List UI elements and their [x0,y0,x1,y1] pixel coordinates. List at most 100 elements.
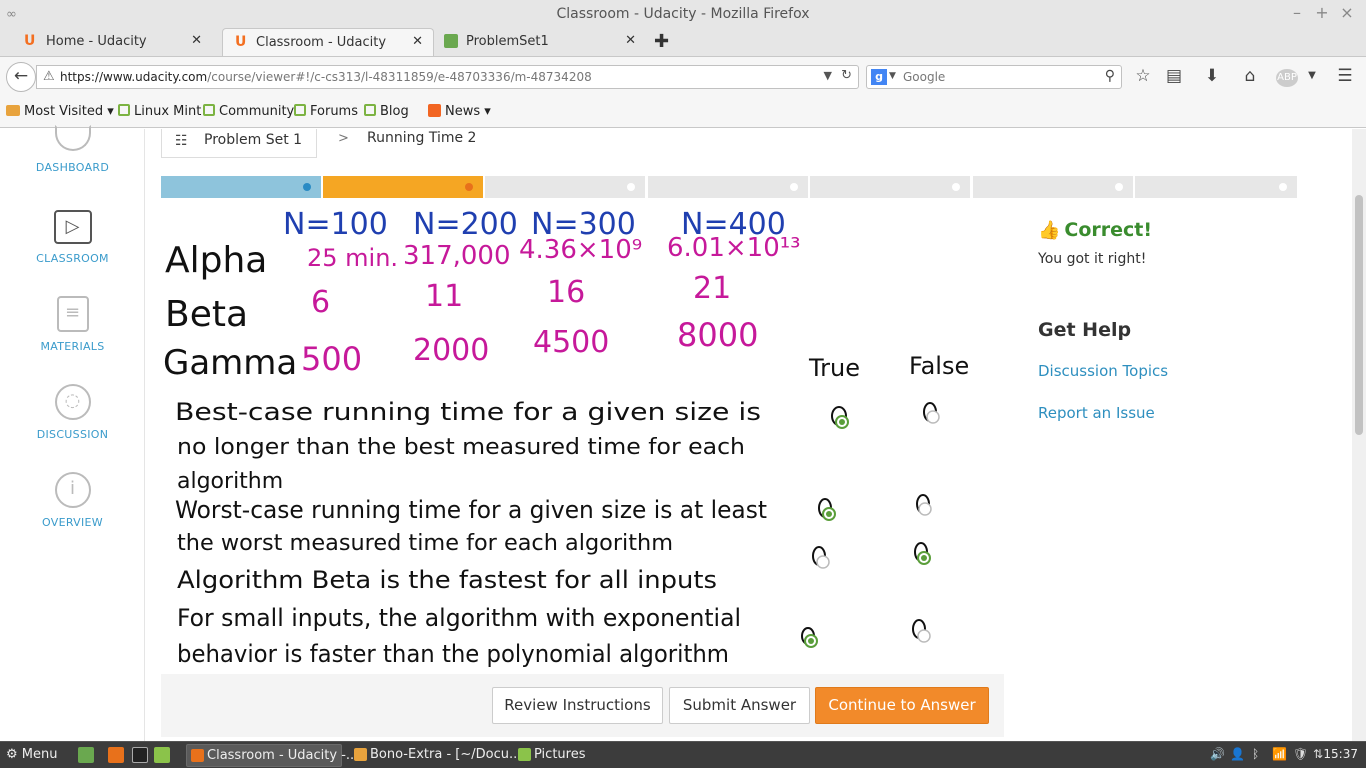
progress-segment[interactable] [973,176,1133,198]
google-icon[interactable]: g [871,69,887,85]
tab-problemset1[interactable]: ProblemSet1 ✕ [434,28,646,56]
progress-segment[interactable] [810,176,970,198]
bookmark-star-icon[interactable]: ☆ [1131,66,1155,86]
statement-2-true-radio[interactable] [818,498,836,521]
wifi-icon[interactable]: 📶 [1272,747,1287,761]
statement-3-true-radio[interactable] [812,546,830,569]
statement-3-false-radio[interactable] [914,542,931,565]
window-titlebar: ∞ Classroom - Udacity - Mozilla Firefox … [0,0,1366,28]
back-button[interactable]: ← [6,62,36,92]
progress-segment[interactable] [485,176,645,198]
taskbar-task[interactable]: Classroom - Udacity -... [186,744,358,767]
start-menu-button[interactable]: ⚙ Menu [6,747,58,762]
tab-label: Home - Udacity [46,34,147,49]
maximize-button[interactable]: + [1313,3,1331,22]
progress-dot [790,183,798,191]
reading-list-icon[interactable]: ▤ [1162,66,1186,86]
page-scrollbar[interactable] [1352,129,1366,741]
url-dropdown-icon[interactable]: ▼ [824,69,832,82]
close-window-button[interactable]: × [1338,3,1356,22]
rss-icon [428,104,441,117]
taskbar-task[interactable]: Bono-Extra - [~/Docu... [350,744,521,767]
firefox-icon[interactable] [108,747,124,763]
udacity-icon: U [24,33,36,49]
terminal-icon[interactable] [132,747,148,763]
progress-segment[interactable] [1135,176,1297,198]
list-icon: ☷ [175,133,188,149]
url-text: https://www.udacity.com/course/viewer#!/… [60,70,592,84]
mint-icon [203,104,215,116]
home-icon[interactable]: ⌂ [1238,66,1262,86]
hamburger-menu-icon[interactable]: ☰ [1333,66,1357,86]
sidebar-item-overview[interactable]: i OVERVIEW [0,472,145,529]
gamma-value: 500 [301,340,362,378]
progress-segment[interactable] [161,176,321,198]
reload-icon[interactable]: ↻ [841,68,852,83]
scrollbar-thumb[interactable] [1355,195,1363,435]
search-icon[interactable]: ⚲ [1105,68,1115,84]
bookmark-linux-mint[interactable]: Linux Mint [118,104,201,119]
progress-segment[interactable] [648,176,808,198]
close-tab-icon[interactable]: ✕ [191,33,202,48]
statement-2-false-radio[interactable] [916,494,932,516]
user-icon[interactable]: 👤 [1230,747,1245,761]
search-engine-dropdown-icon[interactable]: ▼ [889,71,896,81]
bookmark-news[interactable]: News ▾ [428,104,491,119]
network-icon[interactable]: ⇅ [1313,747,1323,761]
sidebar-item-materials[interactable]: ≡ MATERIALS [0,296,145,353]
window-title: Classroom - Udacity - Mozilla Firefox [556,6,810,22]
lesson-breadcrumb[interactable]: ☷ Problem Set 1 [161,129,317,158]
quiz-whiteboard: N=100 N=200 N=300 N=400 Alpha Beta Gamma… [161,198,1004,674]
progress-dot [465,183,473,191]
bookmark-most-visited[interactable]: Most Visited ▾ [6,104,114,119]
bookmark-blog[interactable]: Blog [364,104,409,119]
sidebar-item-classroom[interactable]: ▷ CLASSROOM [0,210,145,265]
discussion-topics-link[interactable]: Discussion Topics [1038,362,1168,380]
false-header: False [909,352,969,380]
warning-icon[interactable]: ⚠ [43,69,55,84]
submit-answer-button[interactable]: Submit Answer [669,687,810,724]
tab-home-udacity[interactable]: U Home - Udacity ✕ [0,28,212,56]
taskbar-task[interactable]: Pictures [514,744,634,767]
show-desktop-icon[interactable] [78,747,94,763]
statement-4-line-1: For small inputs, the algorithm with exp… [177,604,741,632]
new-tab-icon[interactable]: ✚ [654,31,669,52]
feedback-message: You got it right! [1038,251,1147,267]
play-icon: ▷ [53,210,92,244]
review-instructions-button[interactable]: Review Instructions [492,687,663,724]
course-sidebar: DASHBOARD ▷ CLASSROOM ≡ MATERIALS ◌ DISC… [0,125,145,741]
url-bar[interactable]: ⚠ https://www.udacity.com/course/viewer#… [36,65,859,89]
sidebar-item-dashboard[interactable]: DASHBOARD [0,125,145,174]
files-icon[interactable] [154,747,170,763]
bookmark-forums[interactable]: Forums [294,104,358,119]
statement-2-line-2: the worst measured time for each algorit… [177,531,673,556]
adblock-icon[interactable]: ABP [1276,69,1298,87]
continue-to-answer-button[interactable]: Continue to Answer [815,687,989,724]
statement-2-line-1: Worst-case running time for a given size… [175,496,767,524]
search-box[interactable]: g ▼ Google ⚲ [866,65,1122,89]
statement-4-true-radio[interactable] [801,627,818,648]
statement-1-false-radio[interactable] [923,402,940,424]
report-issue-link[interactable]: Report an Issue [1038,404,1155,422]
statement-4-false-radio[interactable] [912,619,931,643]
progress-segment[interactable] [323,176,483,198]
shield-icon[interactable]: 🛡 [1293,747,1308,761]
statement-1-true-radio[interactable] [831,406,849,429]
alpha-value: 6.01×10¹³ [667,233,801,263]
bookmark-community[interactable]: Community [203,104,294,119]
download-icon[interactable]: ⬇ [1200,66,1224,86]
sidebar-item-discussion[interactable]: ◌ DISCUSSION [0,384,145,441]
adblock-dropdown-icon[interactable]: ▼ [1300,70,1324,81]
gear-icon: ⚙ [6,747,18,762]
close-tab-icon[interactable]: ✕ [412,34,423,49]
statement-1-line-2: no longer than the best measured time fo… [177,435,745,460]
bluetooth-icon[interactable]: ᛒ [1252,747,1259,761]
beta-value: 21 [693,271,731,306]
tab-label: Classroom - Udacity [256,35,387,50]
alpha-value: 25 min. [307,244,398,272]
close-tab-icon[interactable]: ✕ [625,33,636,48]
tab-classroom-udacity[interactable]: U Classroom - Udacity ✕ [222,28,434,56]
breadcrumb-current: Running Time 2 [367,130,477,146]
volume-icon[interactable]: 🔊 [1210,747,1225,761]
minimize-button[interactable]: – [1288,3,1306,22]
